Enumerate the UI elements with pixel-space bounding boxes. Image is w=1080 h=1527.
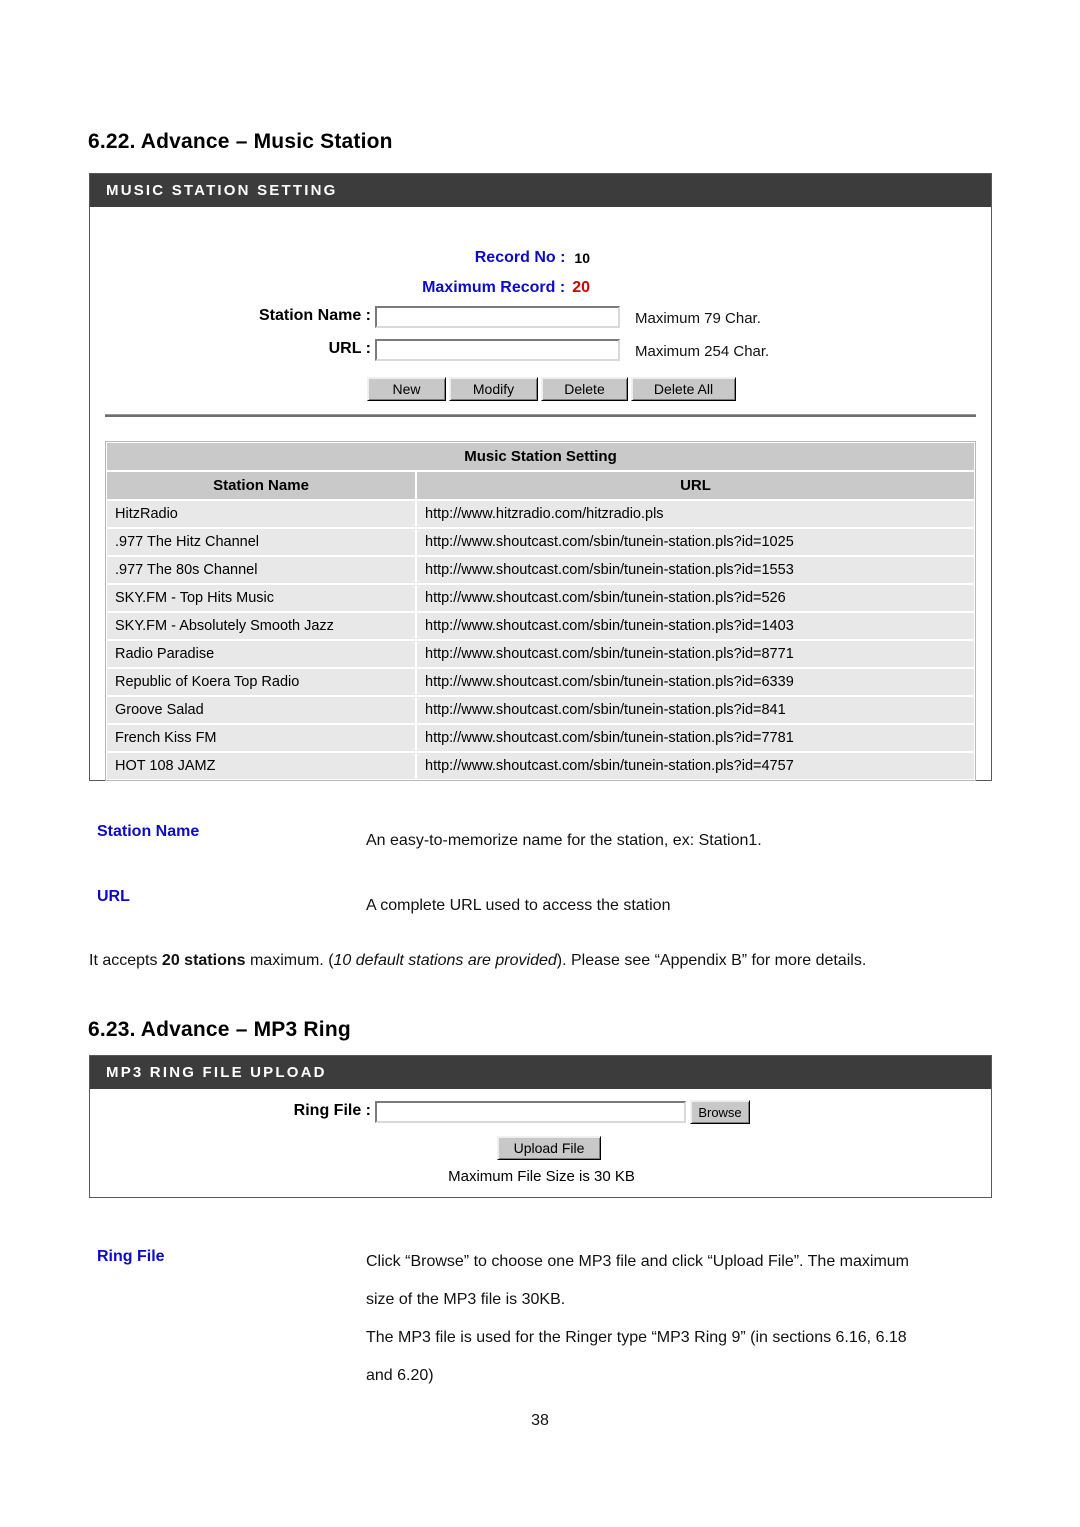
new-button[interactable]: New [367,377,446,401]
maximum-record-value: 20 [572,279,590,296]
mp3-ring-panel-title: MP3 RING FILE UPLOAD [90,1056,991,1089]
cell-station-name: SKY.FM - Top Hits Music [106,584,416,612]
section-title: Advance – MP3 Ring [140,1018,351,1041]
station-name-input[interactable] [375,306,620,328]
definition-term-station-name: Station Name [97,823,200,840]
ring-file-desc-line-2: size of the MP3 file is 30KB. [366,1291,566,1308]
table-row[interactable]: Radio Paradise http://www.shoutcast.com/… [106,640,975,668]
cell-url: http://www.shoutcast.com/sbin/tunein-sta… [416,724,975,752]
music-station-table: Music Station Setting Station Name URL H… [105,441,976,781]
ring-file-desc-line-3: The MP3 file is used for the Ringer type… [366,1329,907,1346]
form-table-divider [105,414,976,417]
table-header-row: Station Name URL [106,471,975,500]
definition-desc-url: A complete URL used to access the statio… [366,897,671,914]
cell-station-name: SKY.FM - Absolutely Smooth Jazz [106,612,416,640]
definition-desc-ring-file: Click “Browse” to choose one MP3 file an… [366,1243,991,1395]
music-station-panel-body: Record No : 10 Maximum Record : 20 Stati… [90,207,991,781]
note-italic-default-stations: 10 default stations are provided [333,952,557,969]
definition-term-url: URL [97,888,130,905]
cell-url: http://www.shoutcast.com/sbin/tunein-sta… [416,752,975,780]
cell-url: http://www.shoutcast.com/sbin/tunein-sta… [416,640,975,668]
table-caption: Music Station Setting [106,442,975,471]
record-no-value: 10 [574,250,590,266]
section-title: Advance – Music Station [140,130,393,153]
cell-url: http://www.shoutcast.com/sbin/tunein-sta… [416,612,975,640]
section-heading-6-23: 6.23. Advance – MP3 Ring [88,1018,351,1042]
cell-url: http://www.hitzradio.com/hitzradio.pls [416,500,975,528]
table-row[interactable]: Republic of Koera Top Radio http://www.s… [106,668,975,696]
table-row[interactable]: HitzRadio http://www.hitzradio.com/hitzr… [106,500,975,528]
ring-file-label: Ring File : [293,1102,371,1119]
mp3-ring-panel: MP3 RING FILE UPLOAD Ring File : Browse … [89,1055,992,1198]
upload-file-button[interactable]: Upload File [497,1136,601,1160]
cell-station-name: French Kiss FM [106,724,416,752]
url-input[interactable] [375,339,620,361]
cell-station-name: .977 The 80s Channel [106,556,416,584]
section-number: 6.23. [88,1018,136,1041]
column-header-url: URL [416,471,975,500]
note-bold-20-stations: 20 stations [161,952,246,969]
cell-url: http://www.shoutcast.com/sbin/tunein-sta… [416,528,975,556]
url-label-wrap: URL : [90,340,371,358]
cell-station-name: Radio Paradise [106,640,416,668]
document-page: 6.22. Advance – Music Station MUSIC STATI… [0,0,1080,1527]
music-station-note: It accepts 20 stations maximum. (10 defa… [89,952,866,970]
cell-station-name: HOT 108 JAMZ [106,752,416,780]
definition-term-ring-file: Ring File [97,1248,165,1265]
delete-button[interactable]: Delete [541,377,628,401]
url-label: URL : [328,340,371,357]
cell-station-name: Groove Salad [106,696,416,724]
cell-station-name: HitzRadio [106,500,416,528]
station-name-label: Station Name : [258,307,371,324]
maximum-record-label: Maximum Record : [422,279,566,296]
cell-url: http://www.shoutcast.com/sbin/tunein-sta… [416,668,975,696]
table-row[interactable]: French Kiss FM http://www.shoutcast.com/… [106,724,975,752]
note-part2: maximum. ( [245,952,334,969]
note-part1: It accepts [89,952,162,969]
table-caption-row: Music Station Setting [106,442,975,471]
table-row[interactable]: Groove Salad http://www.shoutcast.com/sb… [106,696,975,724]
table-row[interactable]: .977 The 80s Channel http://www.shoutcas… [106,556,975,584]
delete-all-button[interactable]: Delete All [631,377,736,401]
ring-file-desc-line-4: and 6.20) [366,1367,434,1384]
section-heading-6-22: 6.22. Advance – Music Station [88,130,393,154]
record-no-label: Record No : [474,249,566,266]
station-name-label-wrap: Station Name : [90,307,371,325]
table-row[interactable]: SKY.FM - Top Hits Music http://www.shout… [106,584,975,612]
column-header-station-name: Station Name [106,471,416,500]
cell-url: http://www.shoutcast.com/sbin/tunein-sta… [416,556,975,584]
browse-button[interactable]: Browse [690,1100,750,1124]
ring-file-label-wrap: Ring File : [90,1102,371,1120]
ring-file-input[interactable] [375,1101,686,1123]
table-row[interactable]: .977 The Hitz Channel http://www.shoutca… [106,528,975,556]
cell-url: http://www.shoutcast.com/sbin/tunein-sta… [416,696,975,724]
ring-file-desc-line-1: Click “Browse” to choose one MP3 file an… [366,1253,910,1270]
music-station-panel-title: MUSIC STATION SETTING [90,174,991,207]
cell-url: http://www.shoutcast.com/sbin/tunein-sta… [416,584,975,612]
url-hint: Maximum 254 Char. [635,343,770,360]
max-file-size-note: Maximum File Size is 30 KB [448,1168,635,1185]
section-number: 6.22. [88,130,136,153]
station-name-hint: Maximum 79 Char. [635,310,761,327]
page-number: 38 [531,1412,549,1429]
definition-desc-station-name: An easy-to-memorize name for the station… [366,832,762,849]
table-row[interactable]: HOT 108 JAMZ http://www.shoutcast.com/sb… [106,752,975,780]
modify-button[interactable]: Modify [449,377,538,401]
maximum-record-row: Maximum Record : 20 [90,279,590,297]
music-station-panel: MUSIC STATION SETTING Record No : 10 Max… [89,173,992,781]
mp3-ring-panel-body: Ring File : Browse Upload File Maximum F… [90,1089,991,1197]
cell-station-name: Republic of Koera Top Radio [106,668,416,696]
cell-station-name: .977 The Hitz Channel [106,528,416,556]
record-no-row: Record No : 10 [90,249,590,267]
note-part3: ). Please see “Appendix B” for more deta… [556,952,867,969]
table-row[interactable]: SKY.FM - Absolutely Smooth Jazz http://w… [106,612,975,640]
